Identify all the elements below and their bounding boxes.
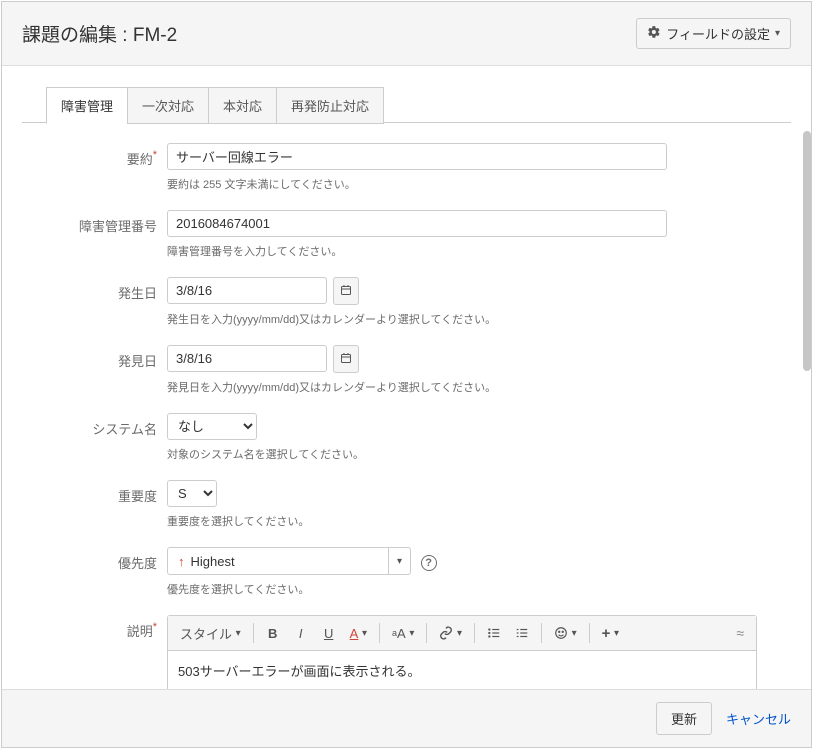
- priority-highest-icon: ↑: [178, 554, 185, 569]
- description-textarea[interactable]: 503サーバーエラーが画面に表示される。: [168, 651, 756, 689]
- occurred-date-input[interactable]: [167, 277, 327, 304]
- caret-down-icon: ▾: [409, 628, 414, 639]
- separator: [589, 623, 590, 643]
- field-config-button[interactable]: フィールドの設定 ▾: [636, 18, 791, 49]
- label-severity: 重要度: [22, 480, 167, 505]
- separator: [541, 623, 542, 643]
- severity-select[interactable]: S: [167, 480, 217, 507]
- help-summary: 要約は 255 文字未満にしてください。: [167, 176, 791, 192]
- caret-down-icon: ▾: [614, 628, 619, 639]
- rte-insert-button[interactable]: + ▾: [596, 620, 625, 646]
- tab-incident-mgmt[interactable]: 障害管理: [46, 87, 128, 124]
- row-occurred: 発生日 発生日を入力(yyyy/mm/dd)又はカレンダーより選択してください。: [22, 277, 791, 327]
- row-incident-no: 障害管理番号 障害管理番号を入力してください。: [22, 210, 791, 259]
- help-occurred: 発生日を入力(yyyy/mm/dd)又はカレンダーより選択してください。: [167, 311, 791, 327]
- caret-down-icon: ▾: [236, 628, 241, 639]
- label-system: システム名: [22, 413, 167, 438]
- label-discovered: 発見日: [22, 345, 167, 370]
- priority-help-icon[interactable]: ?: [421, 555, 437, 571]
- cancel-link[interactable]: キャンセル: [726, 709, 791, 728]
- priority-dropdown-toggle[interactable]: ▾: [388, 548, 410, 574]
- rte-expand-button[interactable]: ≈: [730, 625, 750, 641]
- help-system: 対象のシステム名を選択してください。: [167, 446, 791, 462]
- row-priority: 優先度 ↑ Highest ▾ ? 優先度を選択してください。: [22, 547, 791, 597]
- required-mark: *: [153, 149, 157, 161]
- label-occurred: 発生日: [22, 277, 167, 302]
- tab-primary-response[interactable]: 一次対応: [127, 87, 209, 124]
- dialog-footer: 更新 キャンセル: [2, 689, 811, 747]
- rte-bullet-list-button[interactable]: [481, 620, 507, 646]
- label-incident-no: 障害管理番号: [22, 210, 167, 235]
- field-config-label: フィールドの設定: [666, 24, 770, 43]
- tabs: 障害管理 一次対応 本対応 再発防止対応: [46, 87, 791, 124]
- dialog-header: 課題の編集 : FM-2 フィールドの設定 ▾: [2, 2, 811, 66]
- tab-main-response[interactable]: 本対応: [208, 87, 277, 124]
- caret-down-icon: ▾: [572, 628, 577, 639]
- help-priority: 優先度を選択してください。: [167, 581, 791, 597]
- caret-down-icon: ▾: [362, 628, 367, 639]
- rte-toolbar: スタイル ▾ B I U A ▾ aA ▾ ▾: [168, 616, 756, 651]
- submit-button[interactable]: 更新: [656, 702, 712, 735]
- rte-style-dropdown[interactable]: スタイル ▾: [174, 620, 247, 646]
- rte-emoji-button[interactable]: ▾: [548, 620, 583, 646]
- edit-issue-dialog: 課題の編集 : FM-2 フィールドの設定 ▾ 障害管理 一次対応 本対応 再発…: [1, 1, 812, 748]
- rte-underline-button[interactable]: U: [316, 620, 342, 646]
- system-select[interactable]: なし: [167, 413, 257, 440]
- label-summary: 要約*: [22, 143, 167, 168]
- row-severity: 重要度 S 重要度を選択してください。: [22, 480, 791, 529]
- row-summary: 要約* 要約は 255 文字未満にしてください。: [22, 143, 791, 192]
- separator: [474, 623, 475, 643]
- calendar-icon: [340, 284, 352, 299]
- summary-input[interactable]: [167, 143, 667, 170]
- row-description: 説明* スタイル ▾ B I U A ▾ aA ▾: [22, 615, 791, 689]
- gear-icon: [647, 25, 661, 42]
- dialog-body: 障害管理 一次対応 本対応 再発防止対応 要約* 要約は 255 文字未満にして…: [2, 66, 811, 689]
- dialog-title: 課題の編集 : FM-2: [22, 20, 177, 47]
- discovered-date-input[interactable]: [167, 345, 327, 372]
- rich-text-editor: スタイル ▾ B I U A ▾ aA ▾ ▾: [167, 615, 757, 689]
- rte-link-button[interactable]: ▾: [433, 620, 468, 646]
- priority-value: Highest: [191, 554, 235, 569]
- rte-bold-button[interactable]: B: [260, 620, 286, 646]
- scrollbar-thumb[interactable]: [803, 131, 811, 371]
- row-discovered: 発見日 発見日を入力(yyyy/mm/dd)又はカレンダーより選択してください。: [22, 345, 791, 395]
- calendar-icon: [340, 352, 352, 367]
- help-severity: 重要度を選択してください。: [167, 513, 791, 529]
- rte-text-color-button[interactable]: A ▾: [344, 620, 373, 646]
- separator: [253, 623, 254, 643]
- label-description: 説明*: [22, 615, 167, 640]
- rte-italic-button[interactable]: I: [288, 620, 314, 646]
- help-incident-no: 障害管理番号を入力してください。: [167, 243, 791, 259]
- required-mark: *: [153, 621, 157, 633]
- rte-sizing-button[interactable]: aA ▾: [386, 620, 420, 646]
- caret-down-icon: ▾: [457, 628, 462, 639]
- help-discovered: 発見日を入力(yyyy/mm/dd)又はカレンダーより選択してください。: [167, 379, 791, 395]
- occurred-calendar-button[interactable]: [333, 277, 359, 305]
- caret-down-icon: ▾: [775, 28, 780, 39]
- priority-select[interactable]: ↑ Highest ▾: [167, 547, 411, 575]
- rte-numbered-list-button[interactable]: [509, 620, 535, 646]
- separator: [426, 623, 427, 643]
- incident-no-input[interactable]: [167, 210, 667, 237]
- discovered-calendar-button[interactable]: [333, 345, 359, 373]
- row-system: システム名 なし 対象のシステム名を選択してください。: [22, 413, 791, 462]
- label-priority: 優先度: [22, 547, 167, 572]
- separator: [379, 623, 380, 643]
- tab-prevention[interactable]: 再発防止対応: [276, 87, 384, 124]
